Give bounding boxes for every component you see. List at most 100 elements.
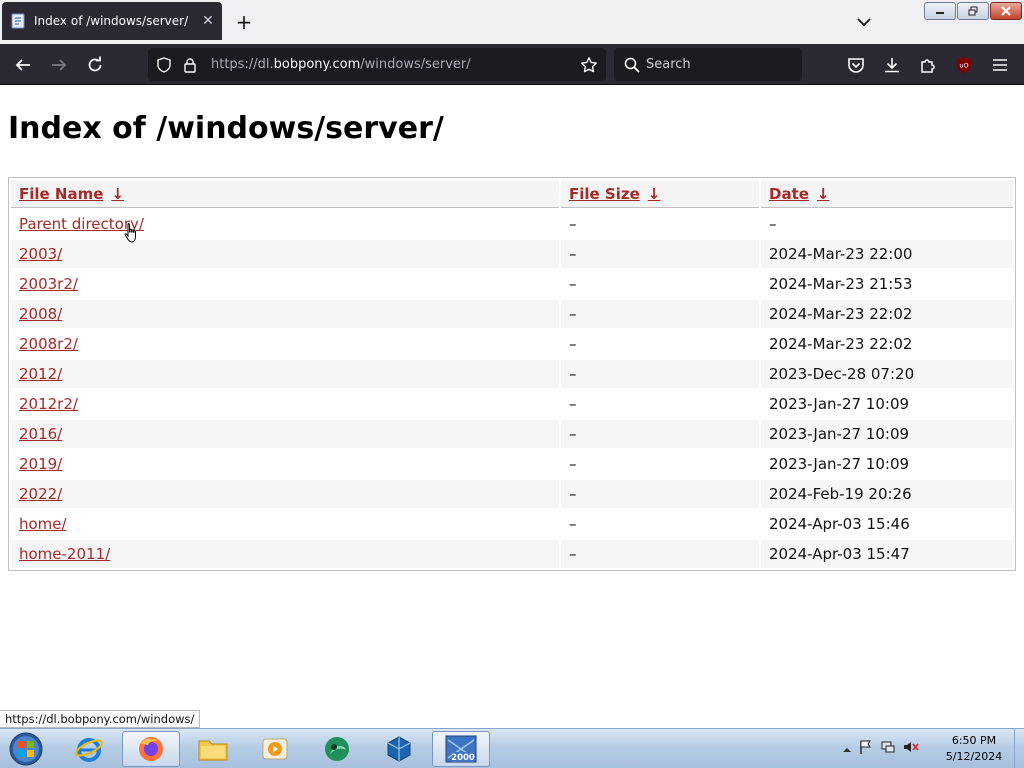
windows-2000-icon[interactable]: 2000 <box>432 731 490 767</box>
cell-date: 2023-Dec-28 07:20 <box>761 360 1013 388</box>
table-row: Parent directory/– – <box>11 210 1013 238</box>
cell-file-name: home/ <box>11 510 559 538</box>
table-row: 2012r2/ – 2023-Jan-27 10:09 <box>11 390 1013 418</box>
start-button[interactable] <box>4 730 48 768</box>
directory-link[interactable]: 2008/ <box>19 305 62 323</box>
ublock-badge: uO <box>959 62 968 70</box>
hand-pointer-cursor-icon <box>124 222 140 248</box>
directory-link[interactable]: 2003/ <box>19 245 62 263</box>
tab-close-icon[interactable]: ✕ <box>196 13 220 29</box>
cell-date: 2024-Mar-23 22:02 <box>761 300 1013 328</box>
minimize-icon[interactable] <box>924 2 956 20</box>
directory-link[interactable]: 2022/ <box>19 485 62 503</box>
page-content: Index of /windows/server/ File Name ↓ Fil… <box>0 85 1024 728</box>
cell-date: 2024-Apr-03 15:47 <box>761 540 1013 568</box>
internet-explorer-icon[interactable] <box>60 731 118 767</box>
directory-link[interactable]: home-2011/ <box>19 545 110 563</box>
cell-file-size: – <box>561 300 759 328</box>
firefox-icon[interactable] <box>122 731 180 767</box>
cell-file-name: 2008/ <box>11 300 559 328</box>
clock-date: 5/12/2024 <box>945 750 1003 763</box>
directory-listing: File Name ↓ File Size ↓ Date ↓ Parent direc… <box>8 177 1016 571</box>
cell-file-name: home-2011/ <box>11 540 559 568</box>
navigation-toolbar: https://dl.bobpony.com/windows/server/ S… <box>0 44 1024 85</box>
sort-arrow-icon: ↓ <box>111 184 124 203</box>
window-close-icon[interactable] <box>990 2 1022 20</box>
directory-link[interactable]: 2012/ <box>19 365 62 383</box>
cell-date: 2024-Mar-23 21:53 <box>769 275 913 293</box>
table-row: home-2011/ –2024-Apr-03 15:47 <box>11 540 1013 568</box>
browser-app-icon[interactable] <box>308 731 366 767</box>
downloads-icon[interactable] <box>879 52 905 78</box>
search-bar[interactable]: Search <box>614 48 802 81</box>
show-desktop-button[interactable] <box>1014 729 1024 768</box>
table-row: 2019/ – 2023-Jan-27 10:09 <box>11 450 1013 478</box>
app-menu-hamburger-icon[interactable] <box>987 52 1013 78</box>
restore-icon[interactable] <box>957 2 989 20</box>
column-header-date: Date ↓ <box>761 180 1013 208</box>
bookmark-star-icon[interactable] <box>576 52 602 78</box>
forward-arrow-icon[interactable] <box>46 52 72 78</box>
volume-muted-icon[interactable] <box>902 739 920 759</box>
taskbar-clock[interactable]: 6:50 PM 5/12/2024 <box>934 733 1014 765</box>
table-row: 2003/ –2024-Mar-23 22:00 <box>11 240 1013 268</box>
cell-date: – <box>769 215 777 233</box>
column-header-file-name: File Name ↓ <box>11 180 559 208</box>
file-explorer-icon[interactable] <box>184 731 242 767</box>
network-icon[interactable] <box>880 739 896 759</box>
table-row: 2003r2/ – 2024-Mar-23 21:53 <box>11 270 1013 298</box>
directory-link[interactable]: home/ <box>19 515 67 533</box>
show-hidden-icons-icon[interactable] <box>842 740 852 759</box>
file-table: File Name ↓ File Size ↓ Date ↓ Parent direc… <box>9 178 1015 570</box>
clock-time: 6:50 PM <box>951 734 997 747</box>
sort-arrow-icon: ↓ <box>647 184 661 203</box>
directory-link[interactable]: 2003r2/ <box>19 275 78 293</box>
sort-by-file-size-link[interactable]: File Size ↓ <box>569 185 660 203</box>
windows-start-orb-icon <box>9 732 43 766</box>
ublock-origin-icon[interactable]: uO <box>951 52 977 78</box>
table-header-row: File Name ↓ File Size ↓ Date ↓ <box>11 180 1013 208</box>
pocket-icon[interactable] <box>843 52 869 78</box>
address-bar[interactable]: https://dl.bobpony.com/windows/server/ <box>148 48 606 81</box>
cell-file-name: 2022/ <box>11 480 559 508</box>
media-player-icon[interactable] <box>246 731 304 767</box>
reload-icon[interactable] <box>82 52 108 78</box>
back-arrow-icon[interactable] <box>10 52 36 78</box>
table-row: 2012/ –2023-Dec-28 07:20 <box>11 360 1013 388</box>
cell-file-name: 2003/ <box>11 240 559 268</box>
lock-icon[interactable] <box>177 52 203 78</box>
sort-by-date-link[interactable]: Date ↓ <box>769 185 830 203</box>
cell-file-size: – <box>569 335 577 353</box>
directory-link[interactable]: 2016/ <box>19 425 62 443</box>
cell-date: 2023-Jan-27 10:09 <box>761 420 1013 448</box>
sort-by-file-name-link[interactable]: File Name ↓ <box>19 185 124 203</box>
directory-link[interactable]: 2012r2/ <box>19 395 78 413</box>
cell-file-size: – <box>569 215 577 233</box>
url-domain: bobpony.com <box>273 57 361 72</box>
vm-badge: 2000 <box>451 753 475 763</box>
cell-file-size: – <box>561 240 759 268</box>
table-row: 2022/ –2024-Feb-19 20:26 <box>11 480 1013 508</box>
extensions-puzzle-icon[interactable] <box>915 52 941 78</box>
tracking-protection-shield-icon[interactable] <box>151 52 177 78</box>
action-center-flag-icon[interactable] <box>858 739 874 759</box>
virtualbox-icon[interactable] <box>370 731 428 767</box>
list-all-tabs-chevron-icon[interactable] <box>852 10 876 34</box>
windows-taskbar: 2000 6:50 PM 5/12/2024 <box>0 728 1024 768</box>
cell-file-size: – <box>561 360 759 388</box>
directory-link[interactable]: 2019/ <box>19 455 62 473</box>
cell-file-size: – <box>561 480 759 508</box>
column-header-file-size: File Size ↓ <box>561 180 759 208</box>
table-row: home/ – 2024-Apr-03 15:46 <box>11 510 1013 538</box>
cell-file-name: 2012/ <box>11 360 559 388</box>
directory-link[interactable]: 2008r2/ <box>19 335 78 353</box>
cell-file-size: – <box>561 420 759 448</box>
new-tab-button[interactable]: + <box>232 10 256 34</box>
url-path: /windows/server/ <box>360 57 471 72</box>
cell-file-size: – <box>569 455 577 473</box>
tab-strip: Index of /windows/server/ ✕ + <box>0 0 1024 44</box>
browser-tab-active[interactable]: Index of /windows/server/ ✕ <box>2 2 222 40</box>
page-favicon-icon <box>10 13 26 29</box>
cell-file-name: 2016/ <box>11 420 559 448</box>
page-title: Index of /windows/server/ <box>8 111 444 146</box>
